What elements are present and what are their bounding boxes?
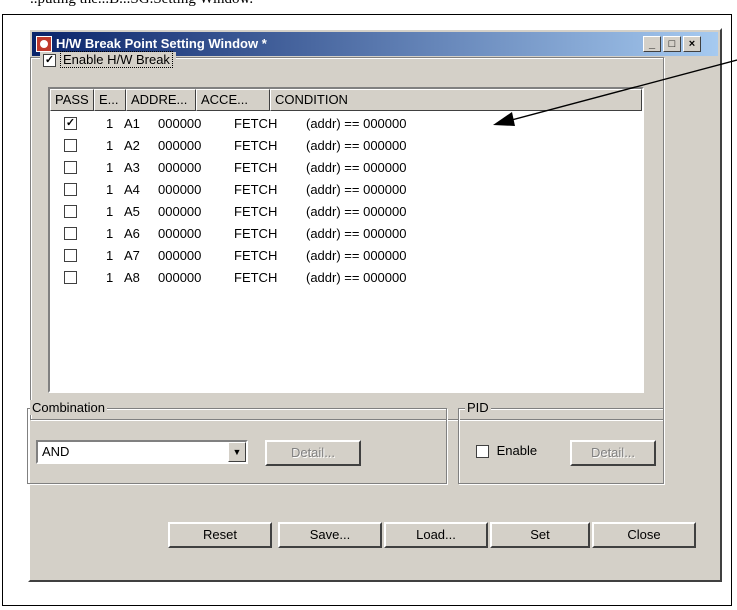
save-button[interactable]: Save... — [278, 522, 382, 548]
pid-label: PID — [465, 400, 491, 415]
set-button[interactable]: Set — [490, 522, 590, 548]
combination-detail-button[interactable]: Detail... — [265, 440, 361, 466]
combination-label: Combination — [30, 400, 107, 415]
pid-enable-label: Enable — [496, 443, 538, 458]
combination-select[interactable]: AND ▼ — [36, 440, 248, 464]
reset-button[interactable]: Reset — [168, 522, 272, 548]
annotation-arrow — [493, 59, 737, 126]
pid-enable-check-icon[interactable] — [476, 445, 489, 459]
load-button[interactable]: Load... — [384, 522, 488, 548]
pid-detail-button[interactable]: Detail... — [570, 440, 656, 466]
chevron-down-icon[interactable]: ▼ — [228, 442, 246, 462]
close-button[interactable]: Close — [592, 522, 696, 548]
combination-value: AND — [42, 444, 70, 459]
pid-enable-checkbox[interactable]: Enable — [476, 443, 538, 459]
